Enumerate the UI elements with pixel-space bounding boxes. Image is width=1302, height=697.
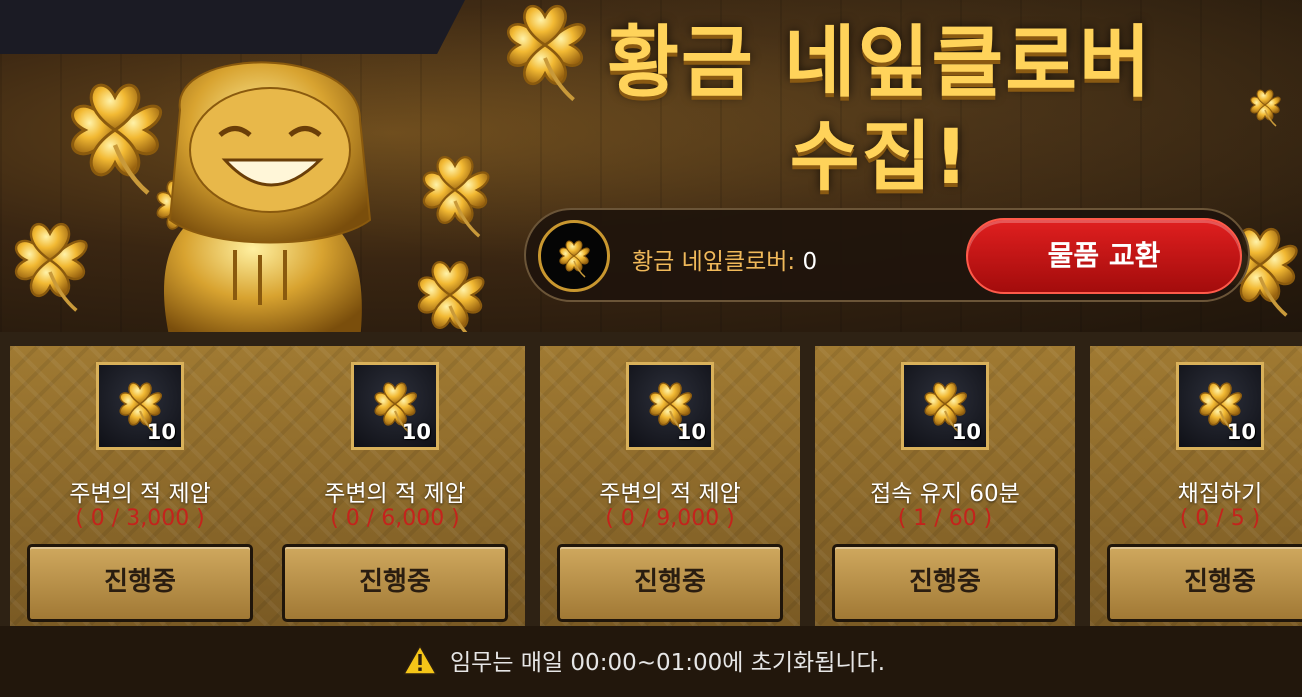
clover-count-label: 황금 네잎클로버: 0 [632, 242, 817, 276]
reward-quantity: 10 [951, 420, 981, 444]
mission-progress: ( 0 / 5 ) [1179, 506, 1261, 531]
clover-decoration-icon [0, 200, 110, 320]
reward-quantity: 10 [401, 420, 431, 444]
mission-title: 주변의 적 제압 [324, 481, 466, 507]
reward-quantity: 10 [676, 420, 706, 444]
mission-progress: ( 0 / 3,000 ) [75, 506, 205, 531]
clover-count-text: 황금 네잎클로버: [632, 249, 796, 275]
clover-reward-icon: 10 [626, 362, 714, 450]
mission-status-button[interactable]: 진행중 [557, 544, 783, 622]
top-tab-bar [0, 0, 465, 54]
clover-count-value: 0 [802, 249, 818, 275]
mission-card: 10 주변의 적 제압 ( 0 / 6,000 ) 진행중 [265, 346, 525, 626]
event-title-line2: 수집! [789, 112, 971, 201]
clover-reward-icon: 10 [96, 362, 184, 450]
mission-progress: ( 1 / 60 ) [897, 506, 993, 531]
mission-title: 주변의 적 제압 [599, 481, 741, 507]
mission-progress: ( 0 / 6,000 ) [330, 506, 460, 531]
golden-clover-icon [538, 220, 610, 292]
mission-status-button[interactable]: 진행중 [832, 544, 1058, 622]
reward-quantity: 10 [1226, 420, 1256, 444]
mission-status-button[interactable]: 진행중 [1107, 544, 1302, 622]
exchange-items-button[interactable]: 물품 교환 [966, 218, 1242, 294]
warning-icon [402, 644, 438, 675]
mission-title: 접속 유지 60분 [870, 481, 1020, 507]
mission-status-button[interactable]: 진행중 [27, 544, 253, 622]
event-title-line1: 황금 네잎클로버 [607, 18, 1153, 108]
mission-list: 10 주변의 적 제압 ( 0 / 3,000 ) 진행중 10 주변의 적 제… [0, 332, 1302, 642]
mission-card: 10 주변의 적 제압 ( 0 / 9,000 ) 진행중 [540, 346, 800, 626]
event-banner: 황금 네잎클로버 수집! 황금 네잎클로버: 0 물품 교환 [0, 0, 1302, 332]
mission-title: 채집하기 [1177, 481, 1263, 507]
mission-card: 10 채집하기 ( 0 / 5 ) 진행중 [1090, 346, 1302, 626]
golden-mascot-character [164, 61, 372, 332]
mission-progress: ( 0 / 9,000 ) [605, 506, 735, 531]
clover-counter-bar: 황금 네잎클로버: 0 물품 교환 [524, 208, 1250, 302]
clover-reward-icon: 10 [351, 362, 439, 450]
mission-card: 10 주변의 적 제압 ( 0 / 3,000 ) 진행중 [10, 346, 270, 626]
mission-title: 주변의 적 제압 [69, 481, 211, 507]
reset-notice-text: 임무는 매일 00:00~01:00에 초기화됩니다. [450, 650, 886, 676]
reward-quantity: 10 [146, 420, 176, 444]
mission-card: 10 접속 유지 60분 ( 1 / 60 ) 진행중 [815, 346, 1075, 626]
reset-notice: 임무는 매일 00:00~01:00에 초기화됩니다. [402, 640, 885, 680]
clover-reward-icon: 10 [901, 362, 989, 450]
footer-notice-bar: 임무는 매일 00:00~01:00에 초기화됩니다. [0, 626, 1302, 697]
clover-reward-icon: 10 [1176, 362, 1264, 450]
mission-status-button[interactable]: 진행중 [282, 544, 508, 622]
clover-decoration-icon [1240, 80, 1290, 130]
